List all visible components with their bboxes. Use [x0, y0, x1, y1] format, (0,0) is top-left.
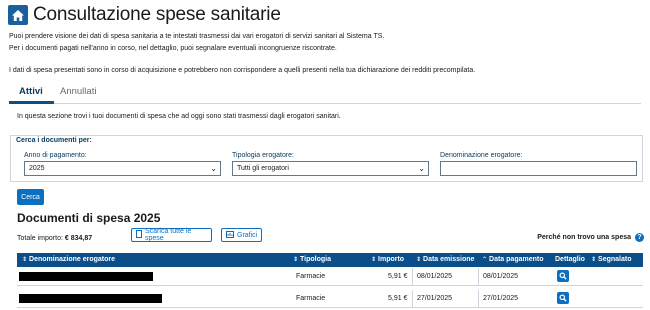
col-reported-label: Segnalato — [598, 256, 632, 263]
tab-attivi[interactable]: Attivi — [19, 86, 43, 97]
detail-button[interactable] — [557, 270, 569, 282]
document-icon — [136, 230, 142, 240]
row-type: Farmacie — [296, 295, 326, 302]
row-pay-date: 27/01/2025 — [483, 295, 519, 302]
sort-icon: ⇕ — [22, 257, 28, 263]
col-type[interactable]: ⇕ Tipologia — [293, 256, 331, 263]
charts-button[interactable]: Grafici — [221, 228, 262, 242]
row-amount: 5,91 € — [388, 295, 408, 302]
missing-expense-help[interactable]: Perché non trovo una spesa ? — [537, 233, 644, 242]
row-issue-date: 08/01/2025 — [417, 273, 453, 280]
sort-icon: ⇕ — [416, 257, 422, 263]
chevron-down-icon: ⌄ — [418, 164, 425, 173]
col-amount[interactable]: ⇕ Importo — [371, 256, 404, 263]
redacted-provider-name — [19, 272, 153, 281]
row-type: Farmacie — [296, 273, 326, 280]
col-pay-date-label: Data pagamento — [489, 256, 544, 263]
chevron-down-icon: ⌄ — [210, 164, 217, 173]
year-label: Anno di pagamento: — [24, 152, 87, 159]
sort-icon: ⇕ — [293, 257, 299, 263]
tab-annullati[interactable]: Annullati — [60, 86, 96, 97]
row-pay-date: 08/01/2025 — [483, 273, 519, 280]
col-issue-date[interactable]: ⇕ Data emissione — [416, 256, 474, 263]
table-row: Farmacie 5,91 € 08/01/2025 08/01/2025 — [17, 268, 643, 286]
type-select-value: Tutti gli erogatori — [237, 165, 289, 172]
row-divider — [412, 290, 413, 307]
col-reported[interactable]: ⇕ Segnalato — [591, 256, 631, 263]
row-divider — [412, 268, 413, 285]
col-name-label: Denominazione erogatore — [29, 256, 115, 263]
chart-icon — [226, 230, 234, 240]
table-row: Farmacie 5,91 € 27/01/2025 27/01/2025 — [17, 290, 643, 308]
page-title: Consultazione spese sanitarie — [33, 4, 281, 25]
name-label: Denominazione erogatore: — [440, 152, 523, 159]
intro-line: I dati di spesa presentati sono in corso… — [9, 67, 476, 74]
results-title: Documenti di spesa 2025 — [17, 211, 161, 225]
intro-line: Per i documenti pagati nell'anno in cors… — [9, 45, 337, 52]
search-button[interactable]: Cerca — [17, 189, 44, 205]
table-header: ⇕ Denominazione erogatore ⇕ Tipologia ⇕ Imp… — [17, 253, 643, 267]
page-header: Consultazione spese sanitarie — [8, 4, 281, 26]
row-amount: 5,91 € — [388, 273, 408, 280]
sort-icon: ⇕ — [371, 257, 377, 263]
total-amount: Totale importo: € 834,87 — [17, 235, 92, 242]
year-select-value: 2025 — [29, 165, 45, 172]
download-all-label: Scarica tutte le spese — [145, 228, 192, 242]
row-issue-date: 27/01/2025 — [417, 295, 453, 302]
type-label: Tipologia erogatore: — [232, 152, 295, 159]
tab-description: In questa sezione trovi i tuoi documenti… — [17, 113, 341, 120]
help-label: Perché non trovo una spesa — [537, 234, 631, 241]
name-input[interactable] — [440, 161, 637, 176]
col-amount-label: Importo — [378, 256, 405, 263]
total-value: € 834,87 — [64, 235, 93, 242]
search-legend: Cerca i documenti per: — [14, 137, 94, 144]
col-issue-date-label: Data emissione — [423, 256, 475, 263]
type-select[interactable]: Tutti gli erogatori ⌄ — [232, 161, 429, 176]
year-select[interactable]: 2025 ⌄ — [24, 161, 221, 176]
download-all-button[interactable]: Scarica tutte le spese — [131, 228, 212, 242]
col-type-label: Tipologia — [300, 256, 332, 263]
sort-asc-icon: ⌃ — [482, 257, 488, 263]
magnifier-icon — [559, 272, 567, 280]
detail-button[interactable] — [557, 292, 569, 304]
row-divider — [478, 290, 479, 307]
charts-label: Grafici — [237, 231, 258, 239]
col-detail: Dettaglio — [555, 256, 585, 263]
home-icon[interactable] — [8, 5, 28, 25]
intro-line: Puoi prendere visione dei dati di spesa … — [9, 33, 385, 40]
col-name[interactable]: ⇕ Denominazione erogatore — [22, 256, 115, 263]
active-tab-indicator — [9, 101, 54, 104]
col-pay-date[interactable]: ⌃ Data pagamento — [482, 256, 544, 263]
tab-bar: Attivi Annullati — [9, 84, 641, 104]
question-icon: ? — [635, 233, 644, 242]
sort-icon: ⇕ — [591, 257, 597, 263]
row-divider — [478, 268, 479, 285]
redacted-provider-name — [19, 294, 162, 303]
intro-text: Puoi prendere visione dei dati di spesa … — [9, 31, 639, 77]
magnifier-icon — [559, 294, 567, 302]
total-label: Totale importo: — [17, 235, 63, 242]
